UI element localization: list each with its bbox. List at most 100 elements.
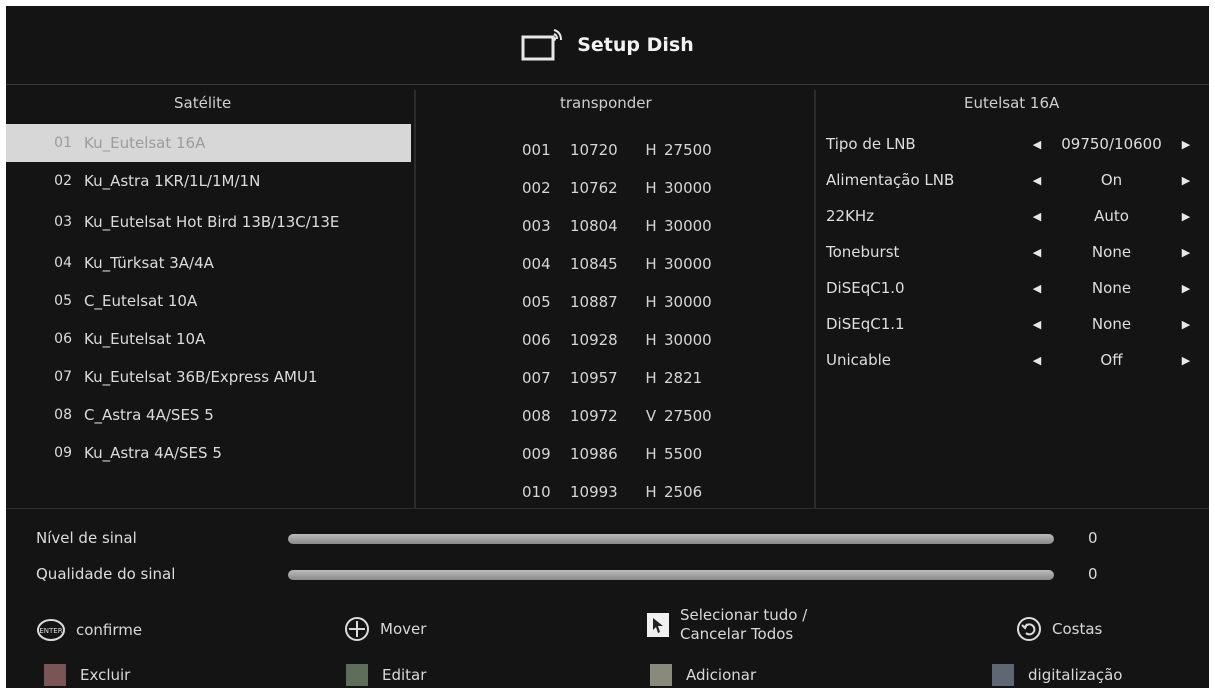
transponder-frequency: 10972	[570, 407, 618, 425]
satellite-name: Ku_Eutelsat 10A	[84, 329, 206, 348]
satellite-item[interactable]: 03 Ku_Eutelsat Hot Bird 13B/13C/13E	[6, 200, 411, 244]
transponder-frequency: 10720	[570, 141, 618, 159]
arrow-right-icon[interactable]: ▶	[1175, 354, 1197, 367]
setting-toneburst[interactable]: Toneburst ◀ None ▶	[826, 234, 1209, 270]
tv-dish-icon	[521, 29, 563, 61]
transponder-symbol-rate: 30000	[664, 255, 712, 273]
setting-unicable[interactable]: Unicable ◀ Off ▶	[826, 342, 1209, 378]
transponder-index: 010	[522, 483, 551, 501]
satellite-number: 03	[54, 214, 72, 230]
arrow-left-icon[interactable]: ◀	[1026, 318, 1048, 331]
legend-select-all-text: Selecionar tudo / Cancelar Todos	[680, 606, 807, 644]
legend-confirm[interactable]: ENTER confirme	[36, 618, 142, 642]
transponder-item[interactable]: 007 10957 H 2821	[522, 362, 772, 394]
setting-22khz[interactable]: 22KHz ◀ Auto ▶	[826, 198, 1209, 234]
legend-scan[interactable]: digitalização	[992, 664, 1122, 686]
satellite-item[interactable]: 04 Ku_Türksat 3A/4A	[6, 244, 411, 282]
transponder-item[interactable]: 009 10986 H 5500	[522, 438, 772, 470]
satellite-item[interactable]: 01 Ku_Eutelsat 16A	[6, 124, 411, 162]
setup-dish-screen: Setup Dish Satélite transponder Eutelsat…	[6, 6, 1209, 688]
signal-quality-value: 0	[1088, 565, 1098, 583]
transponder-symbol-rate: 30000	[664, 179, 712, 197]
transponder-polarization: H	[645, 293, 657, 311]
transponder-list[interactable]: 001 10720 H 27500 002 10762 H 30000 003 …	[522, 124, 772, 508]
arrow-right-icon[interactable]: ▶	[1175, 138, 1197, 151]
arrow-right-icon[interactable]: ▶	[1175, 174, 1197, 187]
legend-edit[interactable]: Editar	[346, 664, 426, 686]
transponder-polarization: V	[645, 407, 657, 425]
satellite-name: Ku_Eutelsat 36B/Express AMU1	[84, 367, 318, 386]
transponder-frequency: 10804	[570, 217, 618, 235]
legend-edit-label: Editar	[382, 666, 427, 684]
satellite-name: Ku_Eutelsat 16A	[84, 133, 206, 152]
arrow-right-icon[interactable]: ▶	[1175, 318, 1197, 331]
transponder-polarization: H	[645, 331, 657, 349]
back-icon	[1017, 617, 1041, 641]
setting-label: 22KHz	[826, 207, 875, 225]
satellite-name: Ku_Eutelsat Hot Bird 13B/13C/13E	[84, 212, 340, 231]
satellite-item[interactable]: 06 Ku_Eutelsat 10A	[6, 320, 411, 358]
arrow-right-icon[interactable]: ▶	[1175, 210, 1197, 223]
setting-label: DiSEqC1.0	[826, 279, 905, 297]
setting-lnb-power[interactable]: Alimentação LNB ◀ On ▶	[826, 162, 1209, 198]
arrow-left-icon[interactable]: ◀	[1026, 354, 1048, 367]
legend-add[interactable]: Adicionar	[650, 664, 756, 686]
transponder-polarization: H	[645, 369, 657, 387]
arrow-left-icon[interactable]: ◀	[1026, 282, 1048, 295]
legend-delete[interactable]: Excluir	[44, 664, 130, 686]
transponder-frequency: 10762	[570, 179, 618, 197]
settings-column-heading: Eutelsat 16A	[964, 94, 1060, 112]
green-key-icon	[346, 664, 368, 686]
transponder-frequency: 10986	[570, 445, 618, 463]
section-divider	[6, 508, 1209, 509]
arrow-right-icon[interactable]: ▶	[1175, 246, 1197, 259]
legend-select-all[interactable]: Selecionar tudo / Cancelar Todos	[646, 606, 807, 644]
transponder-item[interactable]: 008 10972 V 27500	[522, 400, 772, 432]
setting-value: None	[1091, 243, 1132, 261]
satellite-number: 09	[54, 445, 72, 461]
transponder-item[interactable]: 005 10887 H 30000	[522, 286, 772, 318]
satellite-number: 08	[54, 407, 72, 423]
arrow-left-icon[interactable]: ◀	[1026, 246, 1048, 259]
setting-value: None	[1091, 279, 1132, 297]
setting-label: DiSEqC1.1	[826, 315, 905, 333]
signal-quality-row: Qualidade do sinal 0	[6, 560, 1209, 590]
transponder-item[interactable]: 003 10804 H 30000	[522, 210, 772, 242]
transponder-frequency: 10993	[570, 483, 618, 501]
transponder-frequency: 10845	[570, 255, 618, 273]
transponder-polarization: H	[645, 141, 657, 159]
transponder-item[interactable]: 004 10845 H 30000	[522, 248, 772, 280]
setting-diseqc10[interactable]: DiSEqC1.0 ◀ None ▶	[826, 270, 1209, 306]
transponder-symbol-rate: 30000	[664, 331, 712, 349]
signal-level-value: 0	[1088, 529, 1098, 547]
arrow-left-icon[interactable]: ◀	[1026, 138, 1048, 151]
setting-value: 09750/10600	[1061, 135, 1162, 153]
arrow-left-icon[interactable]: ◀	[1026, 210, 1048, 223]
transponder-index: 009	[522, 445, 551, 463]
transponder-item[interactable]: 002 10762 H 30000	[522, 172, 772, 204]
legend-move[interactable]: Mover	[344, 616, 426, 642]
arrow-left-icon[interactable]: ◀	[1026, 174, 1048, 187]
transponder-item[interactable]: 010 10993 H 2506	[522, 476, 772, 508]
dpad-icon	[345, 617, 369, 641]
satellite-item[interactable]: 07 Ku_Eutelsat 36B/Express AMU1	[6, 358, 411, 396]
red-key-icon	[44, 664, 66, 686]
lnb-settings-list: Tipo de LNB ◀ 09750/10600 ▶ Alimentação …	[826, 124, 1209, 454]
legend-add-label: Adicionar	[686, 666, 757, 684]
transponder-symbol-rate: 30000	[664, 293, 712, 311]
satellite-item[interactable]: 09 Ku_Astra 4A/SES 5	[6, 434, 411, 472]
legend-cancel-all-label: Cancelar Todos	[680, 625, 794, 643]
satellite-item[interactable]: 02 Ku_Astra 1KR/1L/1M/1N	[6, 162, 411, 200]
legend-back[interactable]: Costas	[1016, 616, 1102, 642]
select-all-icon	[647, 613, 669, 637]
arrow-right-icon[interactable]: ▶	[1175, 282, 1197, 295]
satellite-item[interactable]: 08 C_Astra 4A/SES 5	[6, 396, 411, 434]
setting-lnb-type[interactable]: Tipo de LNB ◀ 09750/10600 ▶	[826, 126, 1209, 162]
setting-diseqc11[interactable]: DiSEqC1.1 ◀ None ▶	[826, 306, 1209, 342]
satellite-list[interactable]: 01 Ku_Eutelsat 16A 02 Ku_Astra 1KR/1L/1M…	[6, 124, 411, 508]
satellite-item[interactable]: 05 C_Eutelsat 10A	[6, 282, 411, 320]
transponder-symbol-rate: 5500	[664, 445, 703, 463]
transponder-item[interactable]: 006 10928 H 30000	[522, 324, 772, 356]
signal-quality-label: Qualidade do sinal	[36, 565, 176, 583]
transponder-item[interactable]: 001 10720 H 27500	[522, 134, 772, 166]
